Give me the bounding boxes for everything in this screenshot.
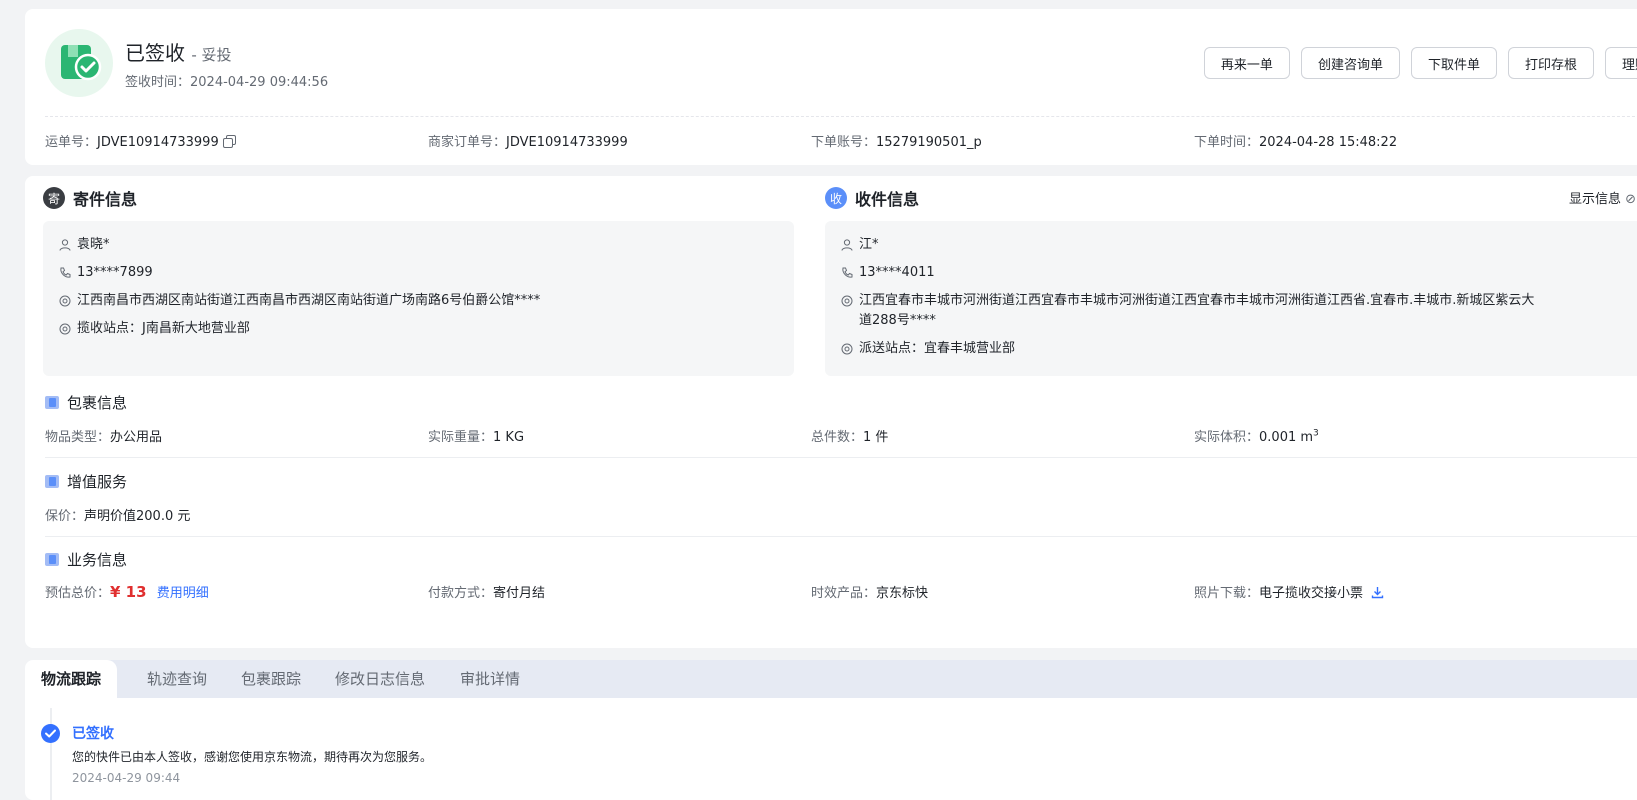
receiver-section-title: 收 收件信息 <box>825 186 919 210</box>
receiver-address: 江西宜春市丰城市河洲街道江西宜春市丰城市河洲街道江西宜春市丰城市河洲街道江西省.… <box>841 291 1534 331</box>
photo-download: 照片下载：电子揽收交接小票 <box>1194 582 1384 603</box>
service-icon <box>45 475 59 488</box>
user-icon <box>841 239 853 251</box>
actual-volume: 实际体积：0.001 m3 <box>1194 428 1319 445</box>
eye-icon: ⊘ <box>1625 192 1637 207</box>
sender-section-title: 寄 寄件信息 <box>43 186 137 210</box>
service-product: 时效产品：京东标快 <box>811 586 929 601</box>
download-icon[interactable] <box>1371 586 1384 603</box>
divider <box>45 457 1637 458</box>
reorder-button[interactable]: 再来一单 <box>1203 47 1290 79</box>
create-inquiry-button[interactable]: 创建咨询单 <box>1300 47 1400 79</box>
tracking-status-title: 已签收 <box>72 726 114 742</box>
sender-badge: 寄 <box>43 187 65 209</box>
location-icon <box>841 295 853 307</box>
merchant-order-number: 商家订单号：JDVE10914733999 <box>428 135 628 150</box>
tracking-time: 2024-04-29 09:44 <box>72 771 181 785</box>
sender-name: 袁晓* <box>59 235 110 255</box>
actual-weight: 实际重量：1 KG <box>428 430 525 445</box>
phone-icon <box>842 267 853 278</box>
payment-method: 付款方式：寄付月结 <box>428 586 546 601</box>
receiver-station: 派送站点：宜春丰城营业部 <box>841 339 1015 359</box>
waybill-number: 运单号：JDVE10914733999 <box>45 131 236 152</box>
total-pieces: 总件数：1 件 <box>811 430 889 445</box>
receiver-info-box: 江* 13****4011 江西宜春市丰城市河洲街道江西宜春市丰城市河洲街道江西… <box>825 221 1637 376</box>
divider <box>45 116 1637 117</box>
order-status-card: 已签收 - 妥投 签收时间：2024-04-29 09:44:56 再来一单 创… <box>25 9 1637 165</box>
package-icon <box>45 396 59 409</box>
receiver-name: 江* <box>841 235 879 255</box>
estimated-total: 预估总价：¥ 13 费用明细 <box>45 583 209 601</box>
action-buttons: 再来一单 创建咨询单 下取件单 打印存根 理赔 <box>1203 47 1637 79</box>
sender-phone: 13****7899 <box>59 263 153 283</box>
copy-icon[interactable] <box>222 135 236 152</box>
order-detail-card: 寄 寄件信息 袁晓* 13****7899 江西南昌市西湖区南站街道江西南昌市西… <box>25 176 1637 648</box>
package-info-row: 物品类型：办公用品 实际重量：1 KG 总件数：1 件 实际体积：0.001 m… <box>45 426 1637 446</box>
timeline-line <box>50 708 52 800</box>
fee-detail-link[interactable]: 费用明细 <box>157 586 209 601</box>
location-icon <box>59 295 71 307</box>
location-icon <box>841 343 853 355</box>
receiver-phone: 13****4011 <box>841 263 935 283</box>
value-added-section-title: 增值服务 <box>45 471 127 492</box>
business-icon <box>45 553 59 566</box>
user-icon <box>59 239 71 251</box>
signed-status-icon <box>45 29 113 97</box>
tracking-card: 物流跟踪 轨迹查询 包裹跟踪 修改日志信息 审批详情 已签收 您的快件已由本人签… <box>25 660 1637 800</box>
tracking-description: 您的快件已由本人签收，感谢您使用京东物流，期待再次为您服务。 <box>72 750 433 764</box>
pickup-order-button[interactable]: 下取件单 <box>1410 47 1497 79</box>
sender-address: 江西南昌市西湖区南站街道江西南昌市西湖区南站街道广场南路6号伯爵公馆**** <box>59 291 540 311</box>
tab-change-log[interactable]: 修改日志信息 <box>335 660 425 698</box>
divider <box>45 536 1637 537</box>
sign-time: 签收时间：2024-04-29 09:44:56 <box>125 75 329 90</box>
tab-trajectory-query[interactable]: 轨迹查询 <box>147 660 207 698</box>
check-circle-icon <box>41 724 60 743</box>
phone-icon <box>60 267 71 278</box>
location-icon <box>59 323 71 335</box>
show-info-toggle[interactable]: 显示信息 ⊘ <box>1569 188 1636 207</box>
package-section-title: 包裹信息 <box>45 392 127 413</box>
business-section-title: 业务信息 <box>45 549 127 570</box>
claim-button[interactable]: 理赔 <box>1604 47 1637 79</box>
tracking-tabs: 物流跟踪 轨迹查询 包裹跟踪 修改日志信息 审批详情 <box>25 660 1637 698</box>
order-time: 下单时间：2024-04-28 15:48:22 <box>1194 135 1398 150</box>
tab-logistics-tracking[interactable]: 物流跟踪 <box>25 660 118 698</box>
status-title: 已签收 - 妥投 <box>125 41 232 65</box>
receiver-badge: 收 <box>825 187 847 209</box>
business-info-row: 预估总价：¥ 13 费用明细 付款方式：寄付月结 时效产品：京东标快 照片下载：… <box>45 582 1637 602</box>
sender-info-box: 袁晓* 13****7899 江西南昌市西湖区南站街道江西南昌市西湖区南站街道广… <box>43 221 794 376</box>
item-type: 物品类型：办公用品 <box>45 430 163 445</box>
tab-package-tracking[interactable]: 包裹跟踪 <box>241 660 301 698</box>
insurance-value: 保价：声明价值200.0 元 <box>45 509 191 524</box>
order-meta-row: 运单号：JDVE10914733999 商家订单号：JDVE1091473399… <box>45 131 1637 151</box>
sender-station: 揽收站点：J南昌新大地营业部 <box>59 319 250 339</box>
tab-approval-details[interactable]: 审批详情 <box>460 660 520 698</box>
insurance-row: 保价：声明价值200.0 元 <box>45 505 1637 525</box>
status-subtitle: - 妥投 <box>191 46 232 64</box>
price-value: ¥ 13 <box>110 583 147 601</box>
order-account: 下单账号：15279190501_p <box>811 135 982 150</box>
print-stub-button[interactable]: 打印存根 <box>1507 47 1594 79</box>
